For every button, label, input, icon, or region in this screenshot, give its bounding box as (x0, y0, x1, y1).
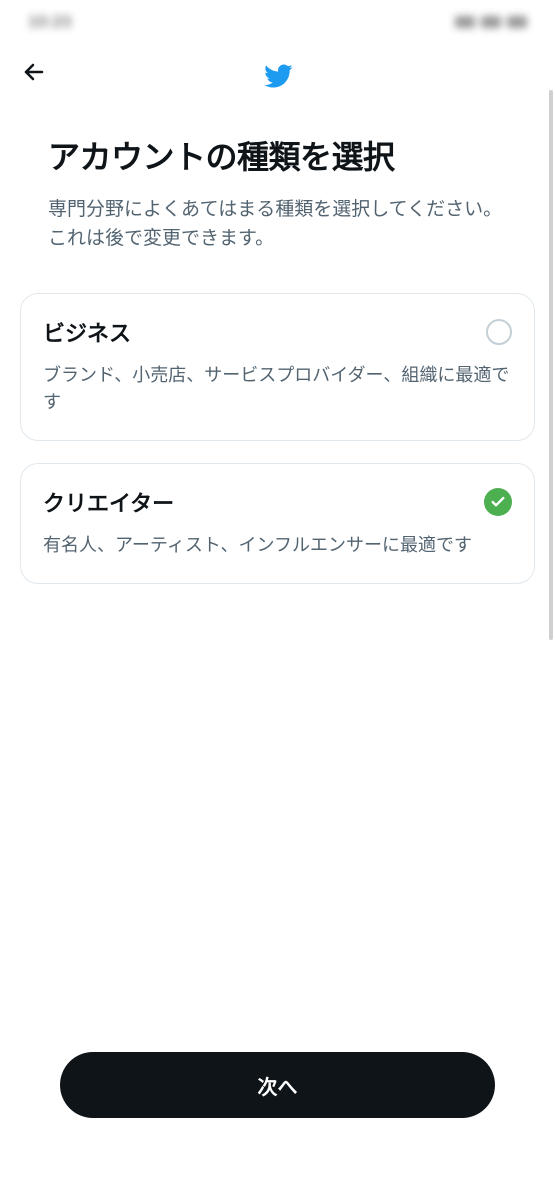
twitter-logo (262, 60, 294, 92)
option-header: クリエイター (43, 486, 512, 518)
option-business[interactable]: ビジネス ブランド、小売店、サービスプロバイダー、組織に最適です (20, 293, 535, 441)
option-list: ビジネス ブランド、小売店、サービスプロバイダー、組織に最適です クリエイター … (0, 293, 555, 584)
radio-selected-icon (484, 488, 512, 516)
status-bar: 10:23 (0, 0, 555, 44)
twitter-bird-icon (263, 61, 293, 91)
option-description: ブランド、小売店、サービスプロバイダー、組織に最適です (43, 362, 512, 416)
option-header: ビジネス (43, 316, 512, 348)
header (0, 44, 555, 116)
status-time: 10:23 (28, 12, 71, 32)
arrow-left-icon (22, 60, 46, 84)
content: アカウントの種類を選択 専門分野によくあてはまる種類を選択してください。これは後… (0, 138, 555, 253)
check-icon (490, 494, 506, 510)
radio-unselected-icon (486, 319, 512, 345)
option-title: クリエイター (43, 486, 174, 518)
next-button[interactable]: 次へ (60, 1052, 495, 1118)
option-creator[interactable]: クリエイター 有名人、アーティスト、インフルエンサーに最適です (20, 463, 535, 584)
scrollbar-track[interactable] (549, 90, 553, 1160)
scrollbar-thumb[interactable] (549, 90, 553, 640)
page-subtitle: 専門分野によくあてはまる種類を選択してください。これは後で変更できます。 (48, 196, 507, 253)
page-title: アカウントの種類を選択 (48, 138, 507, 176)
option-description: 有名人、アーティスト、インフルエンサーに最適です (43, 532, 512, 559)
back-button[interactable] (20, 58, 48, 86)
status-indicators (455, 16, 527, 28)
option-title: ビジネス (43, 316, 131, 348)
